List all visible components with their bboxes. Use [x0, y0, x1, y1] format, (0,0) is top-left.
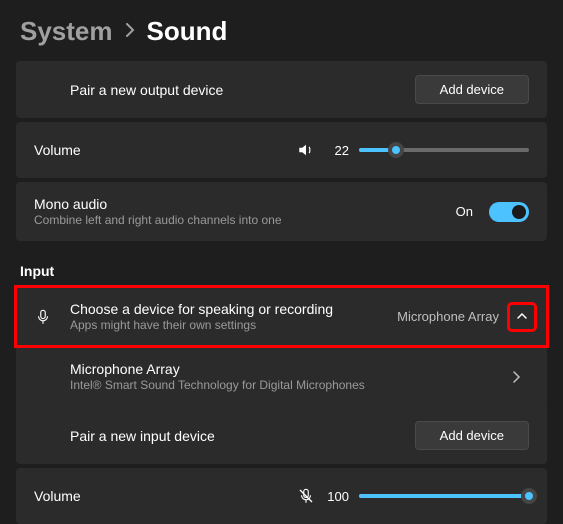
pair-output-panel: Pair a new output device Add device — [16, 61, 547, 118]
input-device-row[interactable]: Microphone Array Intel® Smart Sound Tech… — [16, 346, 547, 406]
input-volume-label: Volume — [34, 488, 297, 504]
add-output-device-button[interactable]: Add device — [415, 75, 529, 104]
input-volume-panel: Volume 100 — [16, 468, 547, 524]
choose-input-subtitle: Apps might have their own settings — [70, 318, 397, 332]
microphone-icon — [34, 308, 52, 326]
choose-input-title: Choose a device for speaking or recordin… — [70, 301, 397, 317]
collapse-input-button[interactable] — [509, 304, 535, 330]
input-volume-value: 100 — [325, 489, 349, 504]
choose-input-value: Microphone Array — [397, 309, 499, 324]
microphone-muted-icon[interactable] — [297, 487, 315, 505]
input-section-label: Input — [20, 263, 543, 279]
mono-audio-toggle[interactable] — [489, 202, 529, 222]
mono-audio-panel: Mono audio Combine left and right audio … — [16, 182, 547, 241]
mono-audio-subtitle: Combine left and right audio channels in… — [34, 213, 456, 227]
output-volume-slider[interactable] — [359, 148, 529, 152]
pair-input-row: Pair a new input device Add device — [16, 406, 547, 464]
mono-audio-title: Mono audio — [34, 196, 456, 212]
chevron-up-icon — [516, 309, 528, 325]
chevron-right-icon — [125, 23, 135, 41]
output-volume-value: 22 — [325, 143, 349, 158]
chevron-right-icon — [503, 371, 529, 383]
pair-input-title: Pair a new input device — [70, 428, 415, 444]
breadcrumb-parent[interactable]: System — [20, 16, 113, 47]
breadcrumb-current: Sound — [147, 16, 228, 47]
pair-output-title: Pair a new output device — [70, 82, 415, 98]
output-volume-panel: Volume 22 — [16, 122, 547, 178]
input-panel: Choose a device for speaking or recordin… — [16, 287, 547, 464]
breadcrumb: System Sound — [0, 0, 563, 61]
input-volume-slider[interactable] — [359, 494, 529, 498]
input-device-subtitle: Intel® Smart Sound Technology for Digita… — [70, 378, 503, 392]
mono-audio-state: On — [456, 204, 473, 219]
add-input-device-button[interactable]: Add device — [415, 421, 529, 450]
choose-input-device-row[interactable]: Choose a device for speaking or recordin… — [16, 287, 547, 346]
input-device-title: Microphone Array — [70, 361, 503, 377]
speaker-icon[interactable] — [297, 141, 315, 159]
output-volume-label: Volume — [34, 142, 297, 158]
